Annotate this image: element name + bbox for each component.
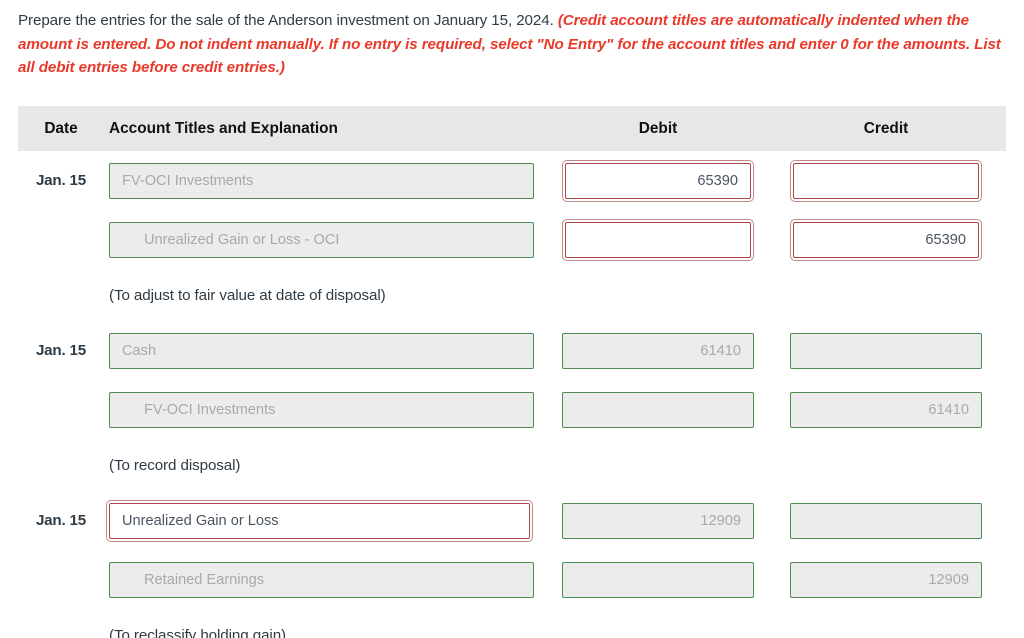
entry-explanation-text: (To reclassify holding gain) — [109, 626, 287, 638]
entry-explanation-text: (To adjust to fair value at date of disp… — [109, 286, 386, 304]
credit-amount-input[interactable]: 12909 — [790, 561, 982, 598]
journal-entry-row: Unrealized Gain or Loss - OCI 65390 — [18, 210, 1006, 269]
credit-cell: 61410 — [772, 391, 1000, 428]
instruction-lead-text: Prepare the entries for the sale of the … — [18, 12, 554, 29]
instructions-block: Prepare the entries for the sale of the … — [18, 9, 1006, 80]
debit-cell: 65390 — [544, 159, 772, 202]
entry-date-label: Jan. 15 — [35, 512, 87, 529]
journal-entry-row: Jan. 15 Cash 61410 — [18, 321, 1006, 380]
account-title-input[interactable]: FV-OCI Investments — [109, 391, 534, 428]
credit-cell — [772, 502, 1000, 539]
entry-group: Jan. 15 Unrealized Gain or Loss 12909 Retai… — [18, 491, 1006, 638]
debit-cell — [544, 561, 772, 598]
account-cell: FV-OCI Investments — [104, 162, 544, 199]
credit-amount-input[interactable]: 61410 — [790, 391, 982, 428]
account-title-input[interactable]: Cash — [109, 332, 534, 369]
column-header-credit: Credit — [863, 119, 909, 137]
account-title-input[interactable]: Unrealized Gain or Loss — [106, 499, 533, 542]
column-header-account: Account Titles and Explanation — [109, 119, 338, 137]
credit-amount-input[interactable]: 65390 — [790, 218, 982, 261]
debit-amount-input[interactable]: 61410 — [562, 332, 754, 369]
entry-group: Jan. 15 Cash 61410 FV-OCI Investments 61410 (… — [18, 321, 1006, 491]
journal-entry-row: FV-OCI Investments 61410 — [18, 380, 1006, 439]
credit-amount-input[interactable] — [790, 502, 982, 539]
debit-cell: 61410 — [544, 332, 772, 369]
account-cell: Unrealized Gain or Loss - OCI — [104, 221, 544, 258]
entry-group: Jan. 15 FV-OCI Investments 65390 Unrealized… — [18, 151, 1006, 321]
credit-cell: 12909 — [772, 561, 1000, 598]
column-header-date: Date — [44, 119, 78, 137]
credit-cell — [772, 159, 1000, 202]
credit-cell — [772, 332, 1000, 369]
journal-entry-row: Retained Earnings 12909 — [18, 550, 1006, 609]
debit-amount-input[interactable] — [562, 218, 754, 261]
account-title-input[interactable]: Retained Earnings — [109, 561, 534, 598]
entry-explanation-text: (To record disposal) — [109, 456, 241, 474]
account-cell: Retained Earnings — [104, 561, 544, 598]
account-cell: Cash — [104, 332, 544, 369]
account-title-input[interactable]: Unrealized Gain or Loss - OCI — [109, 221, 534, 258]
debit-amount-input[interactable] — [562, 561, 754, 598]
entry-date-label: Jan. 15 — [35, 342, 87, 359]
credit-amount-input[interactable] — [790, 332, 982, 369]
account-cell: Unrealized Gain or Loss — [104, 499, 544, 542]
table-header-row: Date Account Titles and Explanation Debi… — [18, 106, 1006, 151]
column-header-debit: Debit — [638, 119, 678, 137]
account-cell: FV-OCI Investments — [104, 391, 544, 428]
journal-entry-table: Date Account Titles and Explanation Debi… — [18, 106, 1006, 638]
debit-amount-input[interactable] — [562, 391, 754, 428]
debit-amount-input[interactable]: 65390 — [562, 159, 754, 202]
table-body: Jan. 15 FV-OCI Investments 65390 Unrealized… — [18, 151, 1006, 638]
debit-amount-input[interactable]: 12909 — [562, 502, 754, 539]
debit-cell: 12909 — [544, 502, 772, 539]
credit-cell: 65390 — [772, 218, 1000, 261]
debit-cell — [544, 391, 772, 428]
account-title-input[interactable]: FV-OCI Investments — [109, 162, 534, 199]
journal-entry-row: Jan. 15 FV-OCI Investments 65390 — [18, 151, 1006, 210]
journal-entry-page: Prepare the entries for the sale of the … — [0, 0, 1024, 638]
journal-entry-row: Jan. 15 Unrealized Gain or Loss 12909 — [18, 491, 1006, 550]
entry-date-label: Jan. 15 — [35, 172, 87, 189]
debit-cell — [544, 218, 772, 261]
credit-amount-input[interactable] — [790, 159, 982, 202]
